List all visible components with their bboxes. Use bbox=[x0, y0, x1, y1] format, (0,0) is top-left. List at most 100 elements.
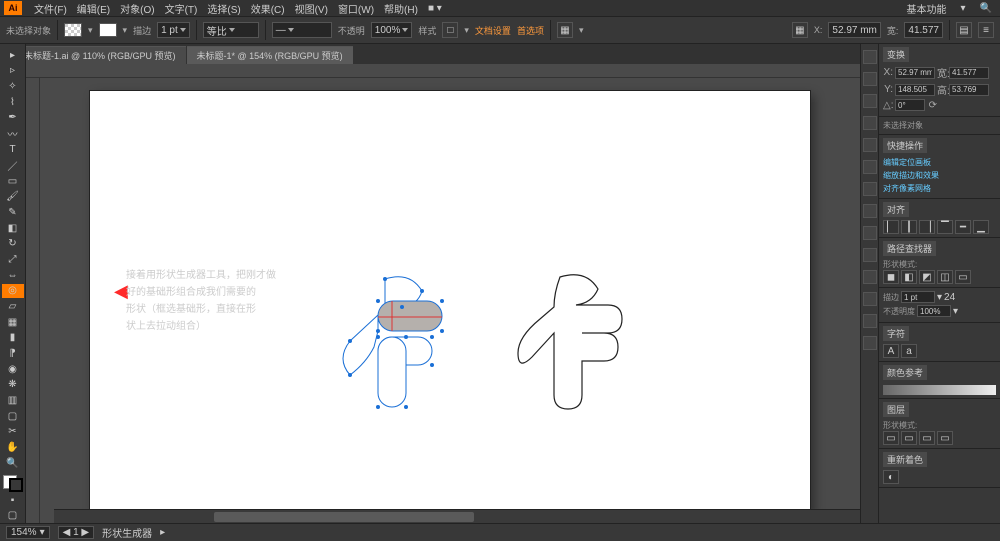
panel-tab[interactable]: 重新着色 bbox=[883, 452, 927, 467]
quick-action-link[interactable]: 编辑定位画板 bbox=[883, 156, 996, 169]
type-tool[interactable]: T bbox=[2, 142, 24, 157]
panel-tab[interactable]: 字符 bbox=[883, 326, 909, 341]
zoom-tool[interactable]: 🔍 bbox=[2, 456, 24, 471]
hand-tool[interactable]: ✋ bbox=[2, 440, 24, 455]
transform-angle-input[interactable] bbox=[895, 99, 925, 111]
panel-tab[interactable]: 路径查找器 bbox=[883, 241, 936, 256]
menu-window[interactable]: 窗口(W) bbox=[334, 1, 378, 16]
gradient-tool[interactable]: ▮ bbox=[2, 331, 24, 346]
mesh-tool[interactable]: ▦ bbox=[2, 315, 24, 330]
panel-icon[interactable] bbox=[863, 72, 877, 86]
fill-stroke-swatch[interactable] bbox=[3, 475, 23, 491]
editing-shape[interactable] bbox=[330, 271, 460, 431]
opacity-field[interactable] bbox=[917, 305, 951, 317]
align-left-icon[interactable]: ▏ bbox=[883, 220, 899, 234]
transform-y-input[interactable] bbox=[895, 84, 935, 96]
layer-icon[interactable]: ▭ bbox=[901, 431, 917, 445]
artboard[interactable]: ◀ 接着用形状生成器工具，把刚才做 好的基础形组合成我们需要的 形状（框选基础形… bbox=[90, 91, 810, 511]
document-tab[interactable]: 未标题-1* @ 154% (RGB/GPU 预览) bbox=[187, 46, 353, 64]
panel-icon[interactable] bbox=[863, 226, 877, 240]
panel-tab[interactable]: 图层 bbox=[883, 402, 909, 417]
menu-object[interactable]: 对象(O) bbox=[116, 1, 158, 16]
quick-action-link[interactable]: 缩放描边和效果 bbox=[883, 169, 996, 182]
align-top-icon[interactable]: ▔ bbox=[937, 220, 953, 234]
magic-wand-tool[interactable]: ✧ bbox=[2, 79, 24, 94]
panel-icon[interactable] bbox=[863, 292, 877, 306]
menu-extra-icon[interactable]: ■ ▾ bbox=[424, 3, 446, 14]
blend-tool[interactable]: ◉ bbox=[2, 362, 24, 377]
panel-icon[interactable] bbox=[863, 204, 877, 218]
lasso-tool[interactable]: ⌇ bbox=[2, 95, 24, 110]
panel-icon[interactable] bbox=[863, 182, 877, 196]
transform-w-input[interactable] bbox=[949, 67, 989, 79]
selection-tool[interactable]: ▸ bbox=[2, 48, 24, 63]
eraser-tool[interactable]: ◧ bbox=[2, 221, 24, 236]
symbol-sprayer-tool[interactable]: ❋ bbox=[2, 377, 24, 392]
quick-action-link[interactable]: 对齐像素网格 bbox=[883, 182, 996, 195]
panel-icon[interactable] bbox=[863, 248, 877, 262]
pf-unite-icon[interactable]: ◼ bbox=[883, 270, 899, 284]
align-hcenter-icon[interactable]: ┃ bbox=[901, 220, 917, 234]
menu-file[interactable]: 文件(F) bbox=[30, 1, 71, 16]
artboard-nav[interactable]: ◀ 1 ▶ bbox=[58, 526, 95, 539]
x-input[interactable]: 52.97 mm bbox=[828, 22, 880, 38]
transform-x-input[interactable] bbox=[895, 67, 935, 79]
zoom-dropdown[interactable]: 154%▾ bbox=[6, 526, 50, 539]
search-icon[interactable]: 🔍 bbox=[976, 3, 996, 14]
line-tool[interactable]: ／ bbox=[2, 158, 24, 173]
uniform-dropdown[interactable]: 等比 bbox=[203, 22, 259, 38]
align-right-icon[interactable]: ▕ bbox=[919, 220, 935, 234]
rotate-tool[interactable]: ↻ bbox=[2, 237, 24, 252]
align-artboard-icon[interactable]: ▦ bbox=[557, 22, 573, 38]
shape-builder-tool[interactable]: ◎ bbox=[2, 284, 24, 299]
align-vcenter-icon[interactable]: ━ bbox=[955, 220, 971, 234]
pf-intersect-icon[interactable]: ◩ bbox=[919, 270, 935, 284]
layer-icon[interactable]: ▭ bbox=[937, 431, 953, 445]
slice-tool[interactable]: ✂ bbox=[2, 424, 24, 439]
layer-icon[interactable]: ▭ bbox=[883, 431, 899, 445]
pf-expand-icon[interactable]: ▭ bbox=[955, 270, 971, 284]
width-tool[interactable]: ⇔ bbox=[2, 268, 24, 283]
panel-icon[interactable] bbox=[863, 336, 877, 350]
panel-icon[interactable] bbox=[863, 160, 877, 174]
align-bottom-icon[interactable]: ▁ bbox=[973, 220, 989, 234]
doc-setup-link[interactable]: 文档设置 bbox=[475, 24, 511, 37]
transform-h-input[interactable] bbox=[949, 84, 989, 96]
transform-ref-icon[interactable]: ▦ bbox=[792, 22, 808, 38]
eyedropper-tool[interactable]: ⁋ bbox=[2, 346, 24, 361]
shaper-tool[interactable]: ✎ bbox=[2, 205, 24, 220]
canvas-area[interactable]: ◀ 接着用形状生成器工具，把刚才做 好的基础形组合成我们需要的 形状（框选基础形… bbox=[40, 78, 860, 523]
fill-swatch[interactable] bbox=[64, 23, 82, 37]
preferences-link[interactable]: 首选项 bbox=[517, 24, 544, 37]
pen-tool[interactable]: ✒ bbox=[2, 111, 24, 126]
paintbrush-tool[interactable]: 🖌 bbox=[2, 190, 24, 205]
pf-exclude-icon[interactable]: ◫ bbox=[937, 270, 953, 284]
opacity-input[interactable]: 100% bbox=[371, 22, 413, 38]
style-swatch[interactable]: □ bbox=[442, 22, 458, 38]
scale-tool[interactable]: ⤢ bbox=[2, 252, 24, 267]
workspace-switcher[interactable]: 基本功能 bbox=[903, 1, 951, 16]
rectangle-tool[interactable]: ▭ bbox=[2, 174, 24, 189]
menu-select[interactable]: 选择(S) bbox=[203, 1, 244, 16]
char-font-icon[interactable]: A bbox=[883, 344, 899, 358]
panel-menu-icon[interactable]: ≡ bbox=[978, 22, 994, 38]
menu-edit[interactable]: 编辑(E) bbox=[73, 1, 114, 16]
menu-type[interactable]: 文字(T) bbox=[161, 1, 202, 16]
menu-help[interactable]: 帮助(H) bbox=[380, 1, 422, 16]
panel-icon[interactable] bbox=[863, 314, 877, 328]
panel-icon[interactable] bbox=[863, 138, 877, 152]
panel-tab[interactable]: 对齐 bbox=[883, 202, 909, 217]
scrollbar-horizontal[interactable] bbox=[54, 509, 860, 523]
direct-selection-tool[interactable]: ▹ bbox=[2, 64, 24, 79]
perspective-tool[interactable]: ▱ bbox=[2, 299, 24, 314]
menu-effect[interactable]: 效果(C) bbox=[247, 1, 289, 16]
graph-tool[interactable]: ▥ bbox=[2, 393, 24, 408]
recolor-icon[interactable]: ◐ bbox=[883, 470, 899, 484]
curvature-tool[interactable]: 〰 bbox=[2, 126, 24, 141]
menu-view[interactable]: 视图(V) bbox=[291, 1, 332, 16]
panel-icon[interactable] bbox=[863, 270, 877, 284]
char-size-icon[interactable]: a bbox=[901, 344, 917, 358]
color-harmony-bar[interactable] bbox=[883, 385, 996, 395]
panel-tab[interactable]: 颜色参考 bbox=[883, 365, 927, 380]
w-input[interactable]: 41.577 bbox=[904, 22, 943, 38]
